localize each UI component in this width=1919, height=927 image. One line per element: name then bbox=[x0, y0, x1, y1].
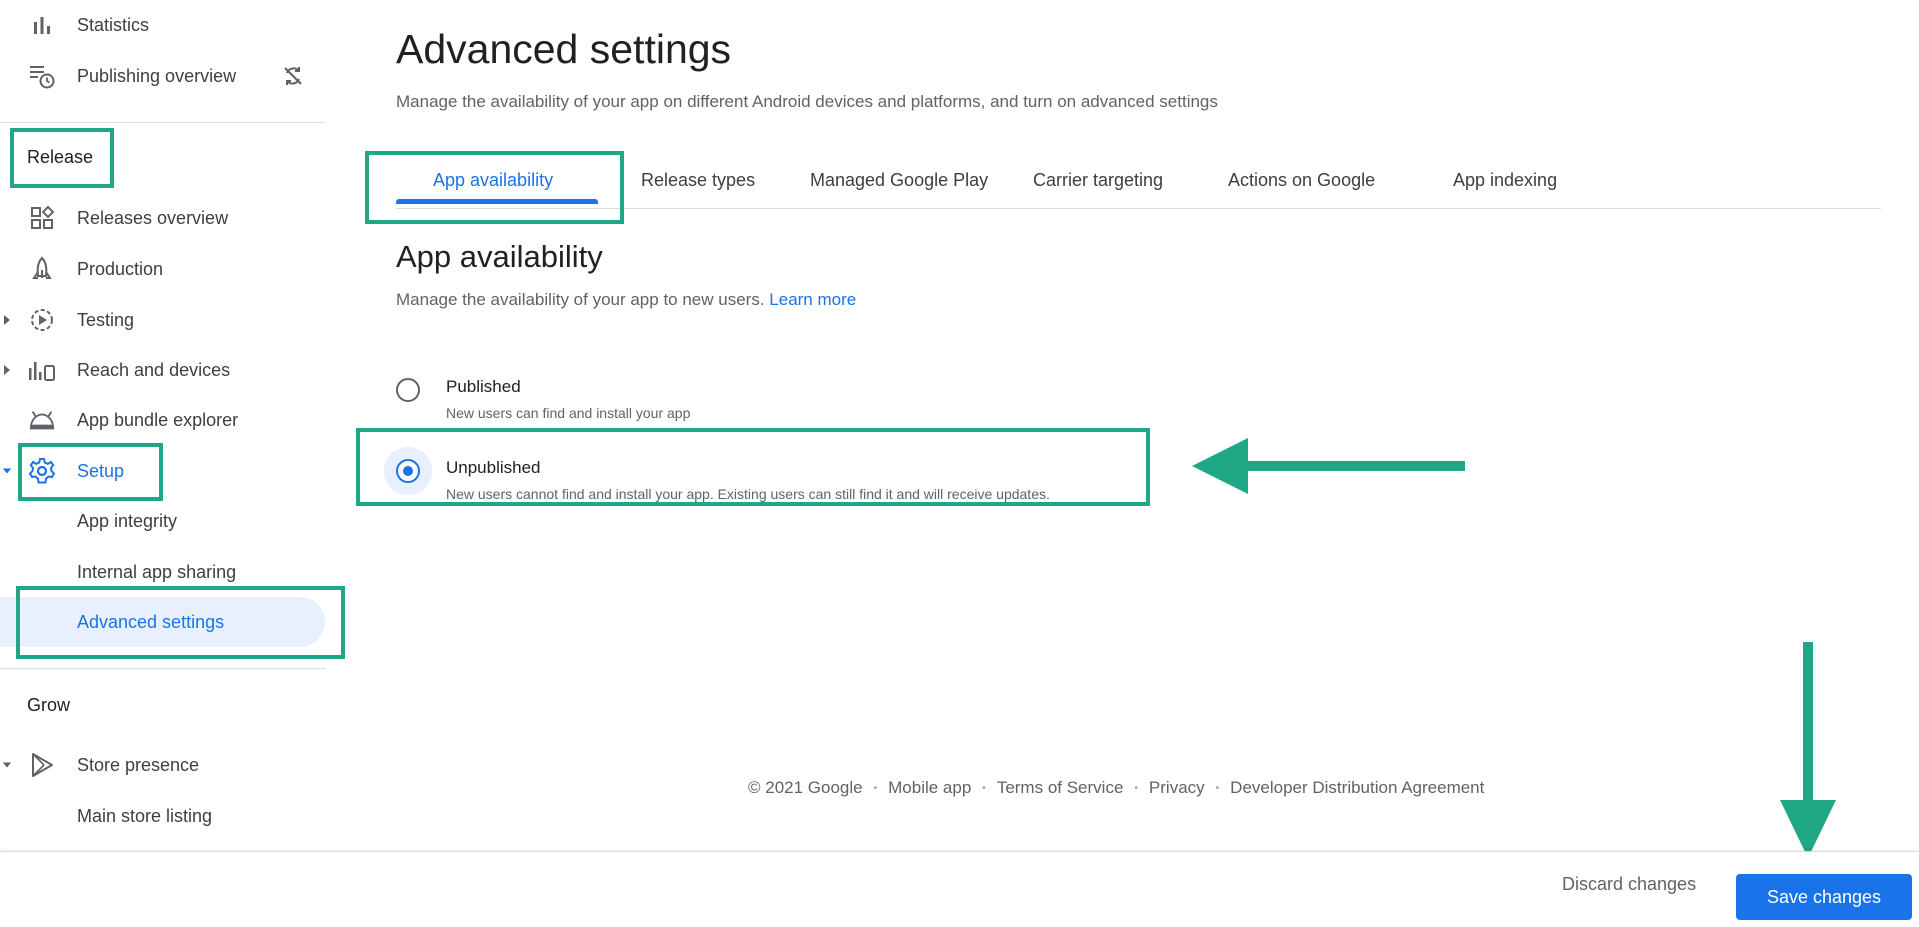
caret-down-icon[interactable] bbox=[2, 464, 12, 478]
tab-release-types[interactable]: Release types bbox=[641, 170, 755, 191]
page-title: Advanced settings bbox=[396, 26, 732, 72]
sidebar-item-testing[interactable]: Testing bbox=[0, 300, 326, 340]
footer-separator: • bbox=[1134, 782, 1138, 794]
sync-off-icon bbox=[282, 65, 304, 92]
sidebar-item-label: Statistics bbox=[77, 14, 150, 35]
caret-down-icon[interactable] bbox=[2, 758, 12, 772]
footer-separator: • bbox=[873, 782, 878, 794]
footer-separator: • bbox=[1215, 782, 1220, 794]
highlight-box-release bbox=[10, 128, 114, 188]
sidebar-item-label: Production bbox=[77, 258, 164, 279]
devices-chart-icon bbox=[28, 356, 56, 384]
highlight-box-app-availability-tab bbox=[365, 151, 624, 224]
caret-right-icon[interactable] bbox=[2, 363, 12, 377]
page-description: Manage the availability of your app on d… bbox=[396, 92, 1218, 111]
radio-button[interactable] bbox=[396, 378, 420, 402]
footer-link-terms[interactable]: Terms of Service bbox=[997, 778, 1124, 798]
dashboard-icon bbox=[28, 204, 56, 232]
sidebar-item-main-store-listing[interactable]: Main store listing bbox=[0, 796, 326, 836]
save-changes-button[interactable]: Save changes bbox=[1736, 874, 1912, 920]
caret-right-icon[interactable] bbox=[2, 313, 12, 327]
footer: © 2021 Google • Mobile app • Terms of Se… bbox=[748, 778, 1484, 798]
sidebar-item-label: App bundle explorer bbox=[77, 409, 239, 430]
tab-managed-google-play[interactable]: Managed Google Play bbox=[810, 170, 988, 191]
highlight-box-unpublished bbox=[356, 428, 1150, 506]
tab-carrier-targeting[interactable]: Carrier targeting bbox=[1033, 170, 1163, 191]
play-circle-icon bbox=[28, 306, 56, 334]
sidebar-item-releases-overview[interactable]: Releases overview bbox=[0, 198, 326, 238]
sidebar-item-reach-and-devices[interactable]: Reach and devices bbox=[0, 350, 326, 390]
radio-label: Published bbox=[446, 377, 521, 396]
android-icon bbox=[28, 406, 56, 434]
annotation-arrow-left-icon bbox=[1192, 438, 1465, 494]
sidebar-item-store-presence[interactable]: Store presence bbox=[0, 745, 326, 785]
sidebar-item-label: Internal app sharing bbox=[77, 561, 237, 582]
footer-link-privacy[interactable]: Privacy bbox=[1149, 778, 1205, 798]
bar-chart-icon bbox=[28, 11, 56, 39]
publishing-clock-icon bbox=[28, 62, 56, 90]
sidebar-item-label: Publishing overview bbox=[77, 65, 237, 86]
discard-changes-button[interactable]: Discard changes bbox=[1562, 874, 1696, 895]
footer-copyright: © 2021 Google bbox=[748, 778, 863, 797]
highlight-box-advanced-settings bbox=[16, 586, 345, 659]
sidebar-item-label: Releases overview bbox=[77, 207, 229, 228]
sidebar-item-label: Reach and devices bbox=[77, 359, 231, 380]
tab-app-indexing[interactable]: App indexing bbox=[1453, 170, 1557, 191]
learn-more-link[interactable]: Learn more bbox=[769, 290, 856, 309]
footer-link-mobile-app[interactable]: Mobile app bbox=[888, 778, 971, 798]
section-heading-grow: Grow bbox=[27, 695, 71, 715]
sidebar-item-label: Main store listing bbox=[77, 805, 213, 826]
section-description: Manage the availability of your app to n… bbox=[396, 290, 856, 310]
sidebar-item-app-bundle-explorer[interactable]: App bundle explorer bbox=[0, 400, 326, 440]
sidebar-item-statistics[interactable]: Statistics bbox=[0, 5, 326, 45]
sidebar-item-publishing-overview[interactable]: Publishing overview bbox=[0, 56, 326, 96]
sidebar-item-label: App integrity bbox=[77, 510, 178, 531]
sidebar-item-production[interactable]: Production bbox=[0, 249, 326, 289]
section-description-text: Manage the availability of your app to n… bbox=[396, 290, 765, 309]
rocket-icon bbox=[28, 255, 56, 283]
footer-separator: • bbox=[982, 782, 986, 794]
sidebar-item-label: Testing bbox=[77, 309, 135, 330]
radio-option-published[interactable]: Published New users can find and install… bbox=[384, 370, 1144, 430]
highlight-box-setup bbox=[18, 443, 163, 501]
play-store-icon bbox=[28, 751, 56, 779]
annotation-arrow-down-icon bbox=[1780, 642, 1836, 858]
radio-help-text: New users can find and install your app bbox=[446, 405, 691, 421]
sidebar-item-label: Store presence bbox=[77, 754, 200, 775]
bottom-action-bar: Discard changes Save changes bbox=[0, 851, 1919, 927]
sidebar-divider bbox=[0, 668, 326, 669]
footer-link-dda[interactable]: Developer Distribution Agreement bbox=[1230, 778, 1484, 798]
sidebar-divider bbox=[0, 122, 326, 123]
section-title: App availability bbox=[396, 239, 603, 274]
sidebar-item-app-integrity[interactable]: App integrity bbox=[0, 501, 326, 541]
tab-actions-on-google[interactable]: Actions on Google bbox=[1228, 170, 1375, 191]
